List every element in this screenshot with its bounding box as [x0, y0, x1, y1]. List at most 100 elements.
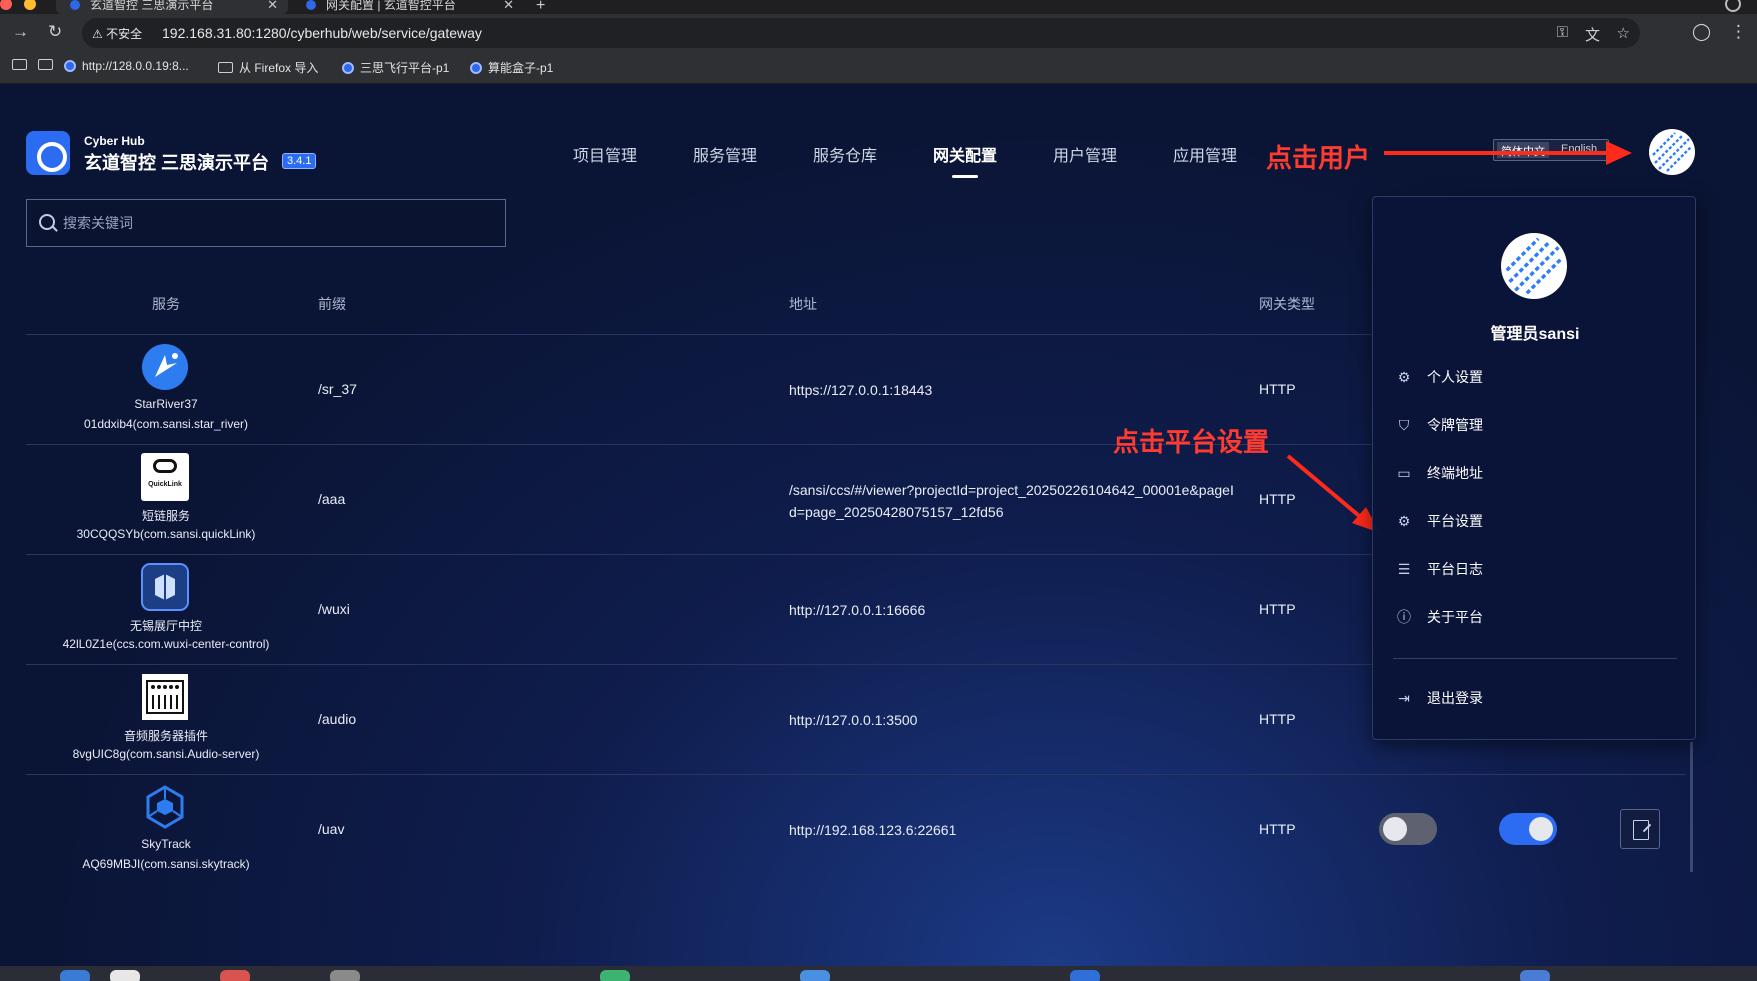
search-icon: [39, 214, 55, 230]
menu-platform-settings[interactable]: ⚙ 平台设置: [1395, 506, 1675, 536]
arrow-head-user: [1606, 141, 1632, 165]
type-cell: HTTP: [1259, 711, 1296, 727]
menu-token-management[interactable]: ⛉ 令牌管理: [1395, 410, 1675, 440]
password-key-icon[interactable]: ⚿: [1557, 24, 1568, 41]
logout-icon: ⇥: [1398, 689, 1410, 706]
tab-close-icon[interactable]: ✕: [267, 0, 278, 11]
menu-about-platform[interactable]: ⓘ 关于平台: [1395, 602, 1675, 632]
col-header-service: 服务: [152, 296, 180, 312]
star-river-icon: [142, 344, 188, 390]
audio-mixer-icon: [142, 674, 188, 720]
col-header-prefix: 前缀: [318, 296, 346, 312]
bookmark-item[interactable]: 三思飞行平台-p1: [342, 59, 449, 76]
hexagon-network-icon: [146, 785, 184, 829]
app-page: Cyber Hub 玄道智控 三思演示平台 3.4.1 项目管理 服务管理 服务…: [0, 85, 1757, 966]
type-cell: HTTP: [1259, 381, 1296, 397]
dock-app-icon[interactable]: [1070, 970, 1100, 981]
prefix-cell: /uav: [318, 821, 345, 837]
avatar-pattern-icon: [1505, 237, 1563, 295]
dock-app-icon[interactable]: [600, 970, 630, 981]
col-header-address: 地址: [789, 296, 817, 312]
browser-tab[interactable]: 玄道智控 三思演示平台 ✕: [56, 0, 288, 14]
dock-app-icon[interactable]: [60, 970, 90, 981]
tab-search-icon[interactable]: [1725, 0, 1741, 12]
service-name: 音频服务器插件: [123, 729, 208, 743]
menu-terminal-address[interactable]: ▭ 终端地址: [1395, 458, 1675, 488]
search-input[interactable]: [63, 200, 493, 246]
menu-platform-logs[interactable]: ☰ 平台日志: [1395, 554, 1675, 584]
bookmark-item[interactable]: http://128.0.0.19:8...: [64, 59, 189, 73]
profile-icon[interactable]: ◯: [1692, 22, 1711, 42]
translate-icon[interactable]: 文: [1585, 24, 1600, 45]
address-cell: http://192.168.123.6:22661: [789, 822, 957, 838]
tab-favicon-icon: [306, 0, 316, 10]
tab-title: 玄道智控 三思演示平台: [90, 0, 214, 12]
table-row: SkyTrack AQ69MBJI(com.sansi.skytrack) /u…: [26, 774, 1686, 884]
prefix-cell: /sr_37: [318, 381, 357, 397]
window-minimize-button[interactable]: [24, 0, 36, 10]
forward-icon[interactable]: →: [12, 22, 29, 42]
scrollbar[interactable]: [1690, 742, 1693, 872]
type-cell: HTTP: [1259, 601, 1296, 617]
dock-app-icon[interactable]: [1520, 970, 1550, 981]
bookmark-label: http://128.0.0.19:8...: [82, 59, 189, 73]
toggle-knob: [1529, 817, 1553, 841]
browser-toolbar: → ↻ ⚠ 不安全 192.168.31.80:1280/cyberhub/we…: [0, 14, 1757, 50]
menu-logout[interactable]: ⇥ 退出登录: [1395, 683, 1675, 713]
folder-icon: [38, 59, 53, 70]
username: 管理员sansi: [1490, 326, 1580, 343]
bookmark-star-icon[interactable]: ☆: [1617, 24, 1630, 42]
dock-app-icon[interactable]: [220, 970, 250, 981]
bookmark-favicon-icon: [342, 61, 354, 74]
dock-app-icon[interactable]: [800, 970, 830, 981]
user-menu-panel: 管理员sansi ⚙ 个人设置 ⛉ 令牌管理 ▭ 终端地址 ⚙ 平台设置 ☰ 平…: [1372, 196, 1696, 740]
tab-close-icon[interactable]: ✕: [503, 0, 514, 11]
col-header-gateway-type: 网关类型: [1259, 296, 1315, 312]
window-close-button[interactable]: [0, 0, 12, 10]
menu-icon[interactable]: ⋮: [1730, 22, 1747, 42]
service-id: 01ddxib4(com.sansi.star_river): [83, 417, 249, 431]
dock-app-icon[interactable]: [330, 970, 360, 981]
service-name: StarRiver37: [134, 397, 198, 411]
service-id: 42lL0Z1e(ccs.com.wuxi-center-control): [62, 637, 270, 651]
gear-icon: ⚙: [1397, 512, 1411, 529]
public-toggle[interactable]: [1499, 813, 1557, 845]
menu-divider: [1393, 658, 1677, 659]
dock-app-icon[interactable]: [110, 970, 140, 981]
apps-folder[interactable]: [12, 59, 27, 70]
search-box[interactable]: [26, 199, 506, 247]
type-cell: HTTP: [1259, 821, 1296, 837]
bookmark-item[interactable]: 算能盒子-p1: [470, 59, 553, 76]
user-avatar[interactable]: [1649, 129, 1695, 175]
browser-tab[interactable]: 网关配置 | 玄道智控平台 ✕: [292, 0, 524, 14]
new-tab-icon[interactable]: +: [536, 0, 545, 15]
service-id: 30CQQSYb(com.sansi.quickLink): [76, 527, 256, 541]
panel-avatar: [1501, 233, 1567, 299]
bookmark-favicon-icon: [64, 60, 76, 72]
settings-icon: ⚙: [1397, 368, 1411, 385]
document-icon: ☰: [1397, 560, 1411, 577]
enable-toggle[interactable]: [1379, 813, 1437, 845]
bookmark-favicon-icon: [470, 61, 482, 74]
prefix-cell: /audio: [318, 711, 357, 727]
address-cell: http://127.0.0.1:3500: [789, 712, 918, 728]
tab-favicon-icon: [70, 0, 80, 10]
bookmark-item[interactable]: [38, 59, 53, 70]
shield-icon: ⛉: [1398, 416, 1410, 433]
address-bar[interactable]: ⚠ 不安全 192.168.31.80:1280/cyberhub/web/se…: [82, 18, 1640, 48]
avatar-pattern-icon: [1652, 132, 1692, 172]
menu-personal-settings[interactable]: ⚙ 个人设置: [1395, 362, 1675, 392]
browser-tabbar: 玄道智控 三思演示平台 ✕ 网关配置 | 玄道智控平台 ✕ +: [0, 0, 1757, 14]
insecure-indicator[interactable]: ⚠ 不安全: [92, 25, 142, 42]
prefix-cell: /aaa: [318, 491, 346, 507]
bookmark-item[interactable]: 从 Firefox 导入: [218, 59, 318, 76]
folder-icon: [12, 59, 27, 70]
service-name: 无锡展厅中控: [129, 619, 202, 633]
bookmark-label: 从 Firefox 导入: [239, 61, 319, 75]
reload-icon[interactable]: ↻: [48, 22, 62, 42]
edit-button[interactable]: [1620, 809, 1660, 849]
quicklink-icon-text: QuickLink: [148, 481, 182, 488]
type-cell: HTTP: [1259, 491, 1296, 507]
prefix-cell: /wuxi: [318, 601, 350, 617]
address-cell: /sansi/ccs/#/viewer?projectId=project_20…: [789, 482, 1234, 520]
